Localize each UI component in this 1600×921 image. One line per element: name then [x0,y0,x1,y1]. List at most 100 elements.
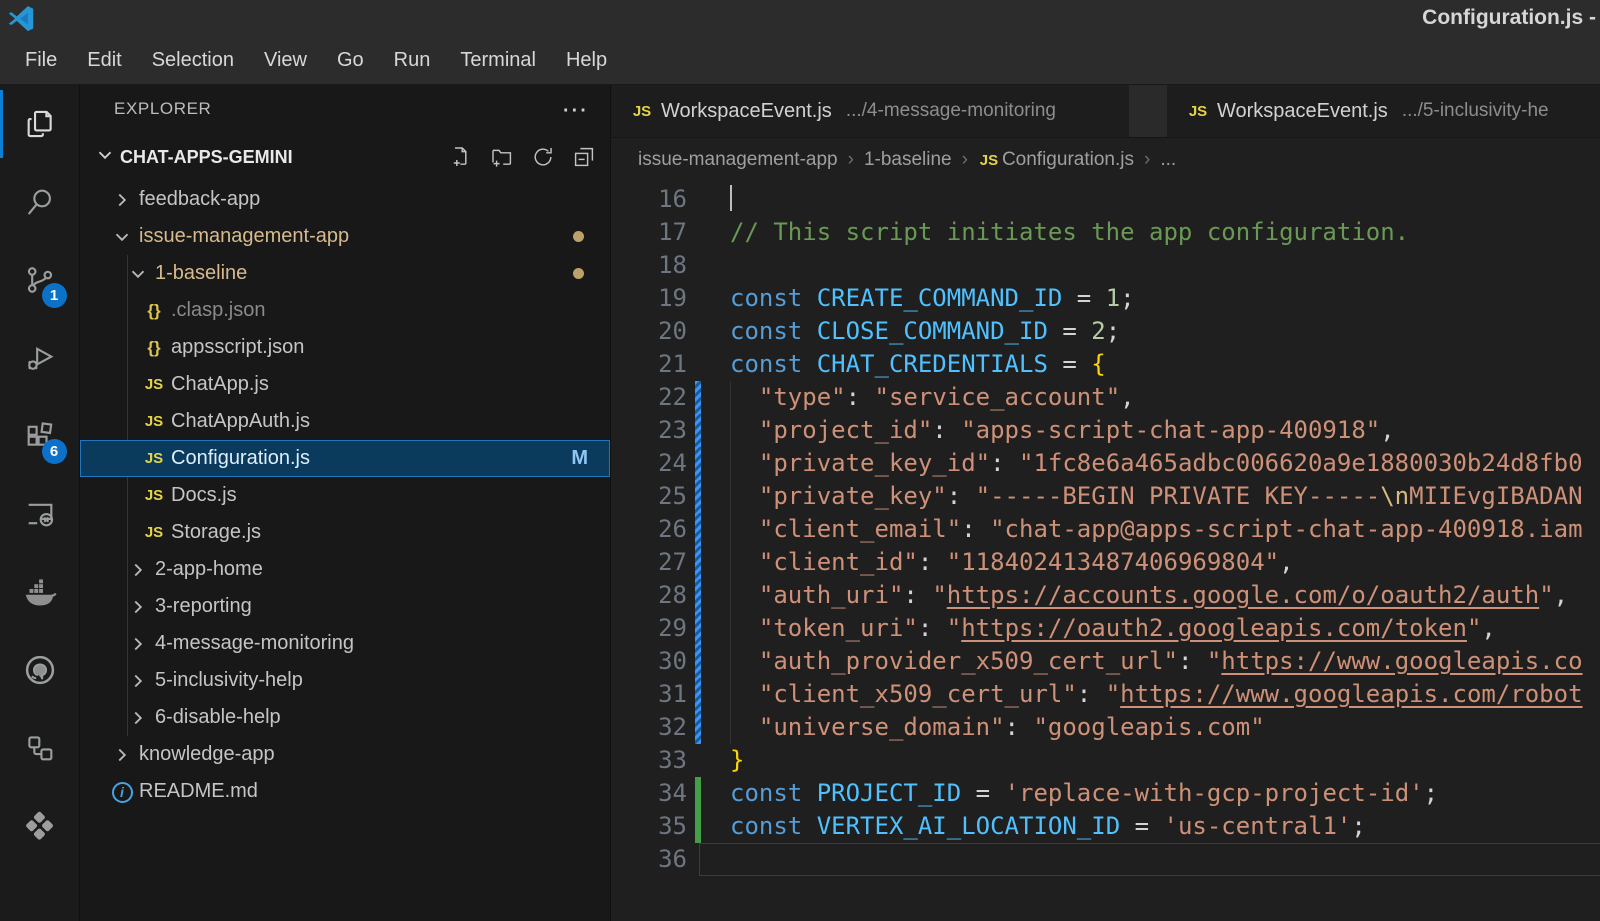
tree-item-3-reporting[interactable]: 3-reporting [80,588,610,625]
refresh-icon[interactable] [531,145,555,169]
menu-help[interactable]: Help [551,42,622,79]
workspace-section-header[interactable]: CHAT-APPS-GEMINI [80,133,610,181]
code-line-30[interactable]: 30 "auth_provider_x509_cert_url": "https… [611,645,1600,678]
tab-workspaceevent-4[interactable]: JS WorkspaceEvent.js .../4-message-monit… [611,85,1129,137]
line-number[interactable]: 16 [611,183,687,216]
tree-item-knowledge-app[interactable]: knowledge-app [80,736,610,773]
line-number[interactable]: 21 [611,348,687,381]
code-line-33[interactable]: 33} [611,744,1600,777]
tree-item-6-disable-help[interactable]: 6-disable-help [80,699,610,736]
line-number[interactable]: 17 [611,216,687,249]
line-number[interactable]: 34 [611,777,687,810]
line-number[interactable]: 35 [611,810,687,843]
code-line-36[interactable]: 36 [611,843,1600,876]
code-line-35[interactable]: 35const VERTEX_AI_LOCATION_ID = 'us-cent… [611,810,1600,843]
tab-workspaceevent-5[interactable]: JS WorkspaceEvent.js .../5-inclusivity-h… [1167,85,1600,137]
tree-item-chatapp-js[interactable]: JSChatApp.js [80,366,610,403]
collapse-all-icon[interactable] [572,145,596,169]
search-icon[interactable] [0,163,80,241]
docker-icon[interactable] [0,553,80,631]
menu-selection[interactable]: Selection [137,42,249,79]
line-number[interactable]: 27 [611,546,687,579]
menu-view[interactable]: View [249,42,322,79]
line-number[interactable]: 32 [611,711,687,744]
code-text: "private_key": "-----BEGIN PRIVATE KEY--… [730,480,1583,513]
breadcrumb-item[interactable]: ... [1160,149,1176,171]
tree-item-1-baseline[interactable]: 1-baseline [80,255,610,292]
tree-item-feedback-app[interactable]: feedback-app [80,181,610,218]
code-line-18[interactable]: 18 [611,249,1600,282]
tree-item-docs-js[interactable]: JSDocs.js [80,477,610,514]
code-line-27[interactable]: 27 "client_id": "118402413487406969804", [611,546,1600,579]
tree-item-label: feedback-app [139,188,260,211]
menu-file[interactable]: File [10,42,72,79]
line-number[interactable]: 22 [611,381,687,414]
code-line-19[interactable]: 19const CREATE_COMMAND_ID = 1; [611,282,1600,315]
project-manager-icon[interactable] [0,709,80,787]
new-file-icon[interactable] [449,145,473,169]
git-modified-badge: M [571,447,588,470]
code-line-32[interactable]: 32 "universe_domain": "googleapis.com" [611,711,1600,744]
source-control-icon[interactable]: 1 [0,241,80,319]
tree-item--clasp-json[interactable]: {}.clasp.json [80,292,610,329]
code-line-24[interactable]: 24 "private_key_id": "1fc8e6a465adbc0066… [611,447,1600,480]
line-number[interactable]: 25 [611,480,687,513]
code-line-25[interactable]: 25 "private_key": "-----BEGIN PRIVATE KE… [611,480,1600,513]
line-number[interactable]: 30 [611,645,687,678]
line-number[interactable]: 29 [611,612,687,645]
diamond-extension-icon[interactable] [0,787,80,865]
remote-explorer-icon[interactable] [0,475,80,553]
code-line-17[interactable]: 17// This script initiates the app confi… [611,216,1600,249]
code-line-34[interactable]: 34const PROJECT_ID = 'replace-with-gcp-p… [611,777,1600,810]
tree-item-appsscript-json[interactable]: {}appsscript.json [80,329,610,366]
line-number[interactable]: 18 [611,249,687,282]
chevron-right-icon [127,559,149,581]
line-number[interactable]: 33 [611,744,687,777]
line-number[interactable]: 36 [611,843,687,876]
code-line-28[interactable]: 28 "auth_uri": "https://accounts.google.… [611,579,1600,612]
line-number[interactable]: 26 [611,513,687,546]
breadcrumb-item[interactable]: issue-management-app [638,149,838,171]
code-editor[interactable]: 1617// This script initiates the app con… [611,182,1600,921]
extensions-icon[interactable]: 6 [0,397,80,475]
menu-go[interactable]: Go [322,42,379,79]
tree-item-storage-js[interactable]: JSStorage.js [80,514,610,551]
editor-area: JS WorkspaceEvent.js .../4-message-monit… [610,85,1600,921]
run-and-debug-icon[interactable] [0,319,80,397]
new-folder-icon[interactable] [490,145,514,169]
code-line-21[interactable]: 21const CHAT_CREDENTIALS = { [611,348,1600,381]
menu-edit[interactable]: Edit [72,42,136,79]
code-line-29[interactable]: 29 "token_uri": "https://oauth2.googleap… [611,612,1600,645]
code-line-23[interactable]: 23 "project_id": "apps-script-chat-app-4… [611,414,1600,447]
line-number[interactable]: 19 [611,282,687,315]
tree-item-5-inclusivity-help[interactable]: 5-inclusivity-help [80,662,610,699]
code-line-22[interactable]: 22 "type": "service_account", [611,381,1600,414]
tree-item-readme-md[interactable]: iREADME.md [80,773,610,810]
code-text: "project_id": "apps-script-chat-app-4009… [730,414,1395,447]
code-line-26[interactable]: 26 "client_email": "chat-app@apps-script… [611,513,1600,546]
sidebar-title: EXPLORER [114,99,211,119]
tree-item-configuration-js[interactable]: JSConfiguration.jsM [80,440,610,477]
more-actions-icon[interactable]: ⋯ [561,104,588,114]
code-line-31[interactable]: 31 "client_x509_cert_url": "https://www.… [611,678,1600,711]
line-number[interactable]: 31 [611,678,687,711]
explorer-sidebar: EXPLORER ⋯ CHAT-APPS-GEMINI [80,85,610,921]
menu-terminal[interactable]: Terminal [445,42,551,79]
line-number[interactable]: 20 [611,315,687,348]
explorer-icon[interactable] [0,85,80,163]
sidebar-header: EXPLORER ⋯ [80,85,610,133]
breadcrumb-item[interactable]: 1-baseline [864,149,952,171]
menu-run[interactable]: Run [379,42,446,79]
line-number[interactable]: 24 [611,447,687,480]
github-icon[interactable] [0,631,80,709]
line-number[interactable]: 28 [611,579,687,612]
tab-path-hint: .../5-inclusivity-he [1402,100,1549,122]
tree-item-4-message-monitoring[interactable]: 4-message-monitoring [80,625,610,662]
tree-item-issue-management-app[interactable]: issue-management-app [80,218,610,255]
code-line-20[interactable]: 20const CLOSE_COMMAND_ID = 2; [611,315,1600,348]
tree-item-chatappauth-js[interactable]: JSChatAppAuth.js [80,403,610,440]
code-line-16[interactable]: 16 [611,183,1600,216]
tree-item-2-app-home[interactable]: 2-app-home [80,551,610,588]
line-number[interactable]: 23 [611,414,687,447]
breadcrumb-item[interactable]: Configuration.js [1002,149,1134,171]
